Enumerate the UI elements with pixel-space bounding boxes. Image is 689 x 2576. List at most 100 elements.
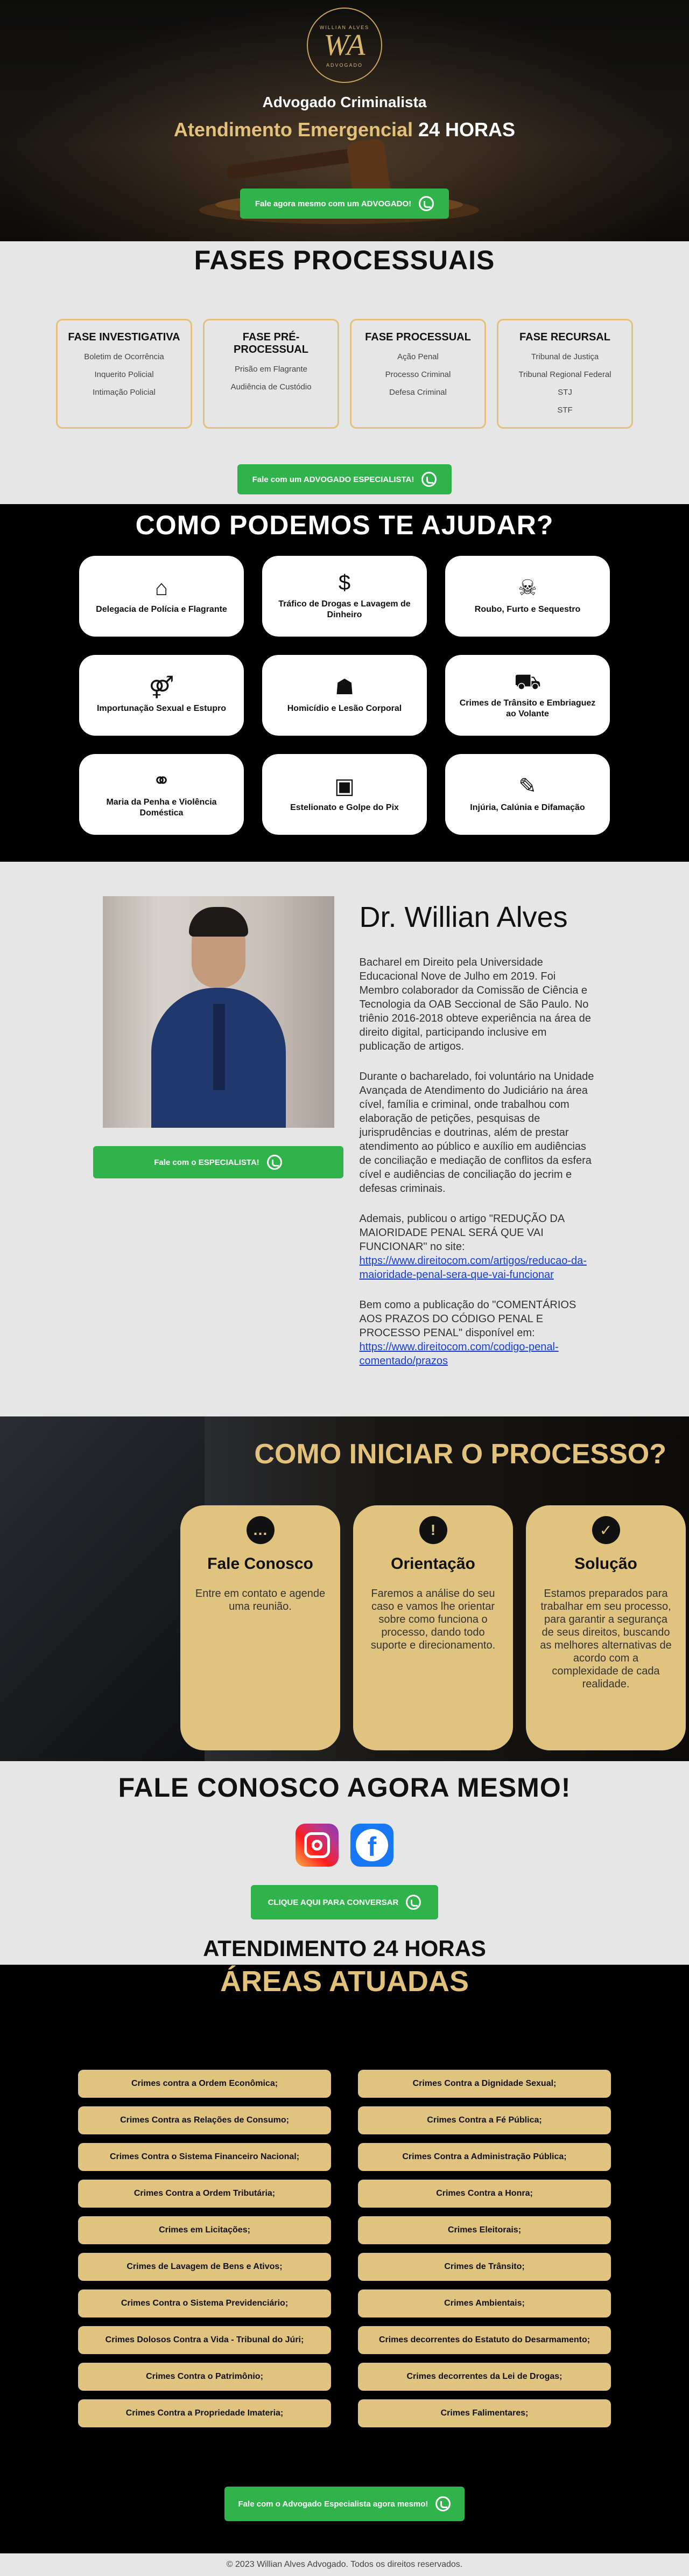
phase-line: Tribunal de Justiça xyxy=(531,352,599,361)
help-title: COMO PODEMOS TE AJUDAR? xyxy=(135,510,554,540)
bio-paragraph-4: Bem como a publicação do "COMENTÁRIOS AO… xyxy=(360,1298,596,1368)
area-item: Crimes Contra a Administração Pública; xyxy=(358,2143,611,2171)
help-section: COMO PODEMOS TE AJUDAR? ⌂ Delegacia de Po… xyxy=(0,504,689,862)
process-card-text: Estamos preparados para trabalhar em seu… xyxy=(540,1588,672,1690)
bio-paragraph-2: Durante o bacharelado, foi voluntário na… xyxy=(359,1071,594,1195)
area-item: Crimes Contra a Dignidade Sexual; xyxy=(358,2070,611,2098)
article-link-maioridade[interactable]: https://www.direitocom.com/artigos/reduc… xyxy=(360,1255,587,1281)
hero-headline: Atendimento Emergencial 24 HORAS xyxy=(0,118,689,141)
phases-whatsapp-button[interactable]: Fale com um ADVOGADO ESPECIALISTA! xyxy=(237,464,452,494)
phase-line: Processo Criminal xyxy=(385,370,451,379)
about-cta-label: Fale com o ESPECIALISTA! xyxy=(154,1157,259,1167)
phase-line: STJ xyxy=(558,388,572,397)
help-card[interactable]: ⚭ Maria da Penha e Violência Doméstica xyxy=(79,754,244,835)
thief-icon: ☠ xyxy=(518,576,537,600)
whatsapp-icon xyxy=(406,1895,421,1910)
area-item: Crimes Contra o Patrimônio; xyxy=(78,2363,331,2391)
bio-paragraph-4-text: Bem como a publicação do "COMENTÁRIOS AO… xyxy=(359,1299,576,1339)
help-card[interactable]: ☠ Roubo, Furto e Sequestro xyxy=(445,556,610,637)
process-card: ! Orientação Faremos a análise do seu ca… xyxy=(353,1505,513,1750)
phases-section: FASES PROCESSUAIS FASE INVESTIGATIVA Bol… xyxy=(0,241,689,504)
areas-section: ÁREAS ATUADAS Crimes contra a Ordem Econ… xyxy=(0,1965,689,2553)
chat-icon: … xyxy=(246,1516,275,1544)
process-section: COMO INICIAR O PROCESSO? … Fale Conosco … xyxy=(0,1416,689,1761)
copyright-text: © 2023 Willian Alves Advogado. Todos os … xyxy=(226,2560,463,2569)
help-card[interactable]: ⛟ Crimes de Trânsito e Embriaguez ao Vola… xyxy=(445,655,610,736)
family-icon: ⚭ xyxy=(152,769,171,793)
logo-bottom-text: ADVOGADO xyxy=(326,62,363,68)
about-section: Fale com o ESPECIALISTA! Dr. Willian Alv… xyxy=(0,862,689,1416)
whatsapp-icon xyxy=(419,196,434,211)
portrait-tie xyxy=(213,1004,225,1090)
police-station-icon: ⌂ xyxy=(154,576,168,600)
process-card-title: Fale Conosco xyxy=(207,1555,313,1573)
help-card-label: Crimes de Trânsito e Embriaguez ao Volan… xyxy=(459,699,596,718)
person-icon: ☗ xyxy=(335,675,354,699)
background-photo xyxy=(0,1416,205,1761)
whatsapp-icon xyxy=(421,472,437,487)
social-links: f xyxy=(0,1824,689,1867)
hero-whatsapp-button[interactable]: Fale agora mesmo com um ADVOGADO! xyxy=(240,189,449,219)
people-icon: ⚤ xyxy=(149,675,174,699)
phase-card: FASE PROCESSUAL Ação Penal Processo Crim… xyxy=(350,319,486,429)
area-item: Crimes Contra a Propriedade Imateria; xyxy=(78,2399,331,2427)
bio-paragraph-1: Bacharel em Direito pela Universidade Ed… xyxy=(359,957,591,1052)
help-card[interactable]: ⌂ Delegacia de Polícia e Flagrante xyxy=(79,556,244,637)
area-item: Crimes Contra o Sistema Previdenciário; xyxy=(78,2289,331,2317)
areas-title: ÁREAS ATUADAS xyxy=(220,1965,469,1998)
facebook-icon[interactable]: f xyxy=(350,1824,393,1867)
help-card[interactable]: $ Tráfico de Drogas e Lavagem de Dinheiro xyxy=(262,556,427,637)
brand-logo: WILLIAN ALVES WA ADVOGADO xyxy=(307,8,382,83)
phase-card: FASE INVESTIGATIVA Boletim de Ocorrência… xyxy=(56,319,192,429)
help-card-label: Tráfico de Drogas e Lavagem de Dinheiro xyxy=(278,599,411,619)
hero-headline-white: 24 HORAS xyxy=(418,118,516,141)
hero-cta-label: Fale agora mesmo com um ADVOGADO! xyxy=(255,199,412,208)
phase-title: FASE INVESTIGATIVA xyxy=(68,331,180,343)
areas-whatsapp-button[interactable]: Fale com o Advogado Especialista agora m… xyxy=(224,2487,465,2521)
area-item: Crimes Contra o Sistema Financeiro Nacio… xyxy=(78,2143,331,2171)
phase-title: FASE PRÉ-PROCESSUAL xyxy=(234,331,308,355)
phase-title: FASE PROCESSUAL xyxy=(365,331,471,343)
area-item: Crimes em Licitações; xyxy=(78,2216,331,2244)
area-item: Crimes Contra a Fé Pública; xyxy=(358,2106,611,2134)
area-item: Crimes contra a Ordem Econômica; xyxy=(78,2070,331,2098)
about-right-column: Dr. Willian Alves Bacharel em Direito pe… xyxy=(360,896,596,1368)
hero-headline-gold: Atendimento Emergencial xyxy=(173,118,413,141)
portrait-hair xyxy=(188,907,248,937)
help-card-label: Estelionato e Golpe do Pix xyxy=(290,803,399,812)
car-icon: ⛟ xyxy=(514,670,542,694)
instagram-icon[interactable] xyxy=(296,1824,339,1867)
area-item: Crimes decorrentes da Lei de Drogas; xyxy=(358,2363,611,2391)
help-card-label: Importunação Sexual e Estupro xyxy=(96,704,227,713)
bio-paragraph-3-text: Ademais, publicou o artigo "REDUÇÃO DA M… xyxy=(359,1213,565,1253)
hero-section: WILLIAN ALVES WA ADVOGADO Advogado Crimi… xyxy=(0,0,689,241)
article-link-prazos[interactable]: https://www.direitocom.com/codigo-penal-… xyxy=(360,1341,559,1367)
hero-subtitle: Advogado Criminalista xyxy=(262,94,427,110)
contact-whatsapp-button[interactable]: CLIQUE AQUI PARA CONVERSAR xyxy=(250,1885,439,1919)
phase-line: Audiência de Custódio xyxy=(230,382,312,392)
speech-bubble-icon: ✎ xyxy=(518,774,537,798)
phase-title: FASE RECURSAL xyxy=(519,331,610,343)
area-item: Crimes de Trânsito; xyxy=(358,2253,611,2281)
help-card[interactable]: ☗ Homicídio e Lesão Corporal xyxy=(262,655,427,736)
logo-monogram: WA xyxy=(324,29,365,62)
areas-cta-label: Fale com o Advogado Especialista agora m… xyxy=(238,2499,428,2509)
area-item: Crimes Contra as Relações de Consumo; xyxy=(78,2106,331,2134)
help-card[interactable]: ▣ Estelionato e Golpe do Pix xyxy=(262,754,427,835)
process-card-text: Entre em contato e agende uma reunião. xyxy=(195,1588,326,1612)
phase-card: FASE RECURSAL Tribunal de Justiça Tribun… xyxy=(497,319,633,429)
help-card[interactable]: ✎ Injúria, Calúnia e Difamação xyxy=(445,754,610,835)
area-item: Crimes Dolosos Contra a Vida - Tribunal … xyxy=(78,2326,331,2354)
area-item: Crimes Contra a Honra; xyxy=(358,2180,611,2208)
whatsapp-icon xyxy=(435,2496,451,2511)
alert-icon: ! xyxy=(419,1516,447,1544)
area-item: Crimes de Lavagem de Bens e Ativos; xyxy=(78,2253,331,2281)
help-card[interactable]: ⚤ Importunação Sexual e Estupro xyxy=(79,655,244,736)
area-item: Crimes Falimentares; xyxy=(358,2399,611,2427)
phase-line: Tribunal Regional Federal xyxy=(518,370,611,379)
about-whatsapp-button[interactable]: Fale com o ESPECIALISTA! xyxy=(93,1146,343,1178)
area-item: Crimes Ambientais; xyxy=(358,2289,611,2317)
phase-line: Boletim de Ocorrência xyxy=(84,352,164,361)
process-card: … Fale Conosco Entre em contato e agende… xyxy=(180,1505,340,1750)
contact-cta-label: CLIQUE AQUI PARA CONVERSAR xyxy=(268,1897,399,1907)
